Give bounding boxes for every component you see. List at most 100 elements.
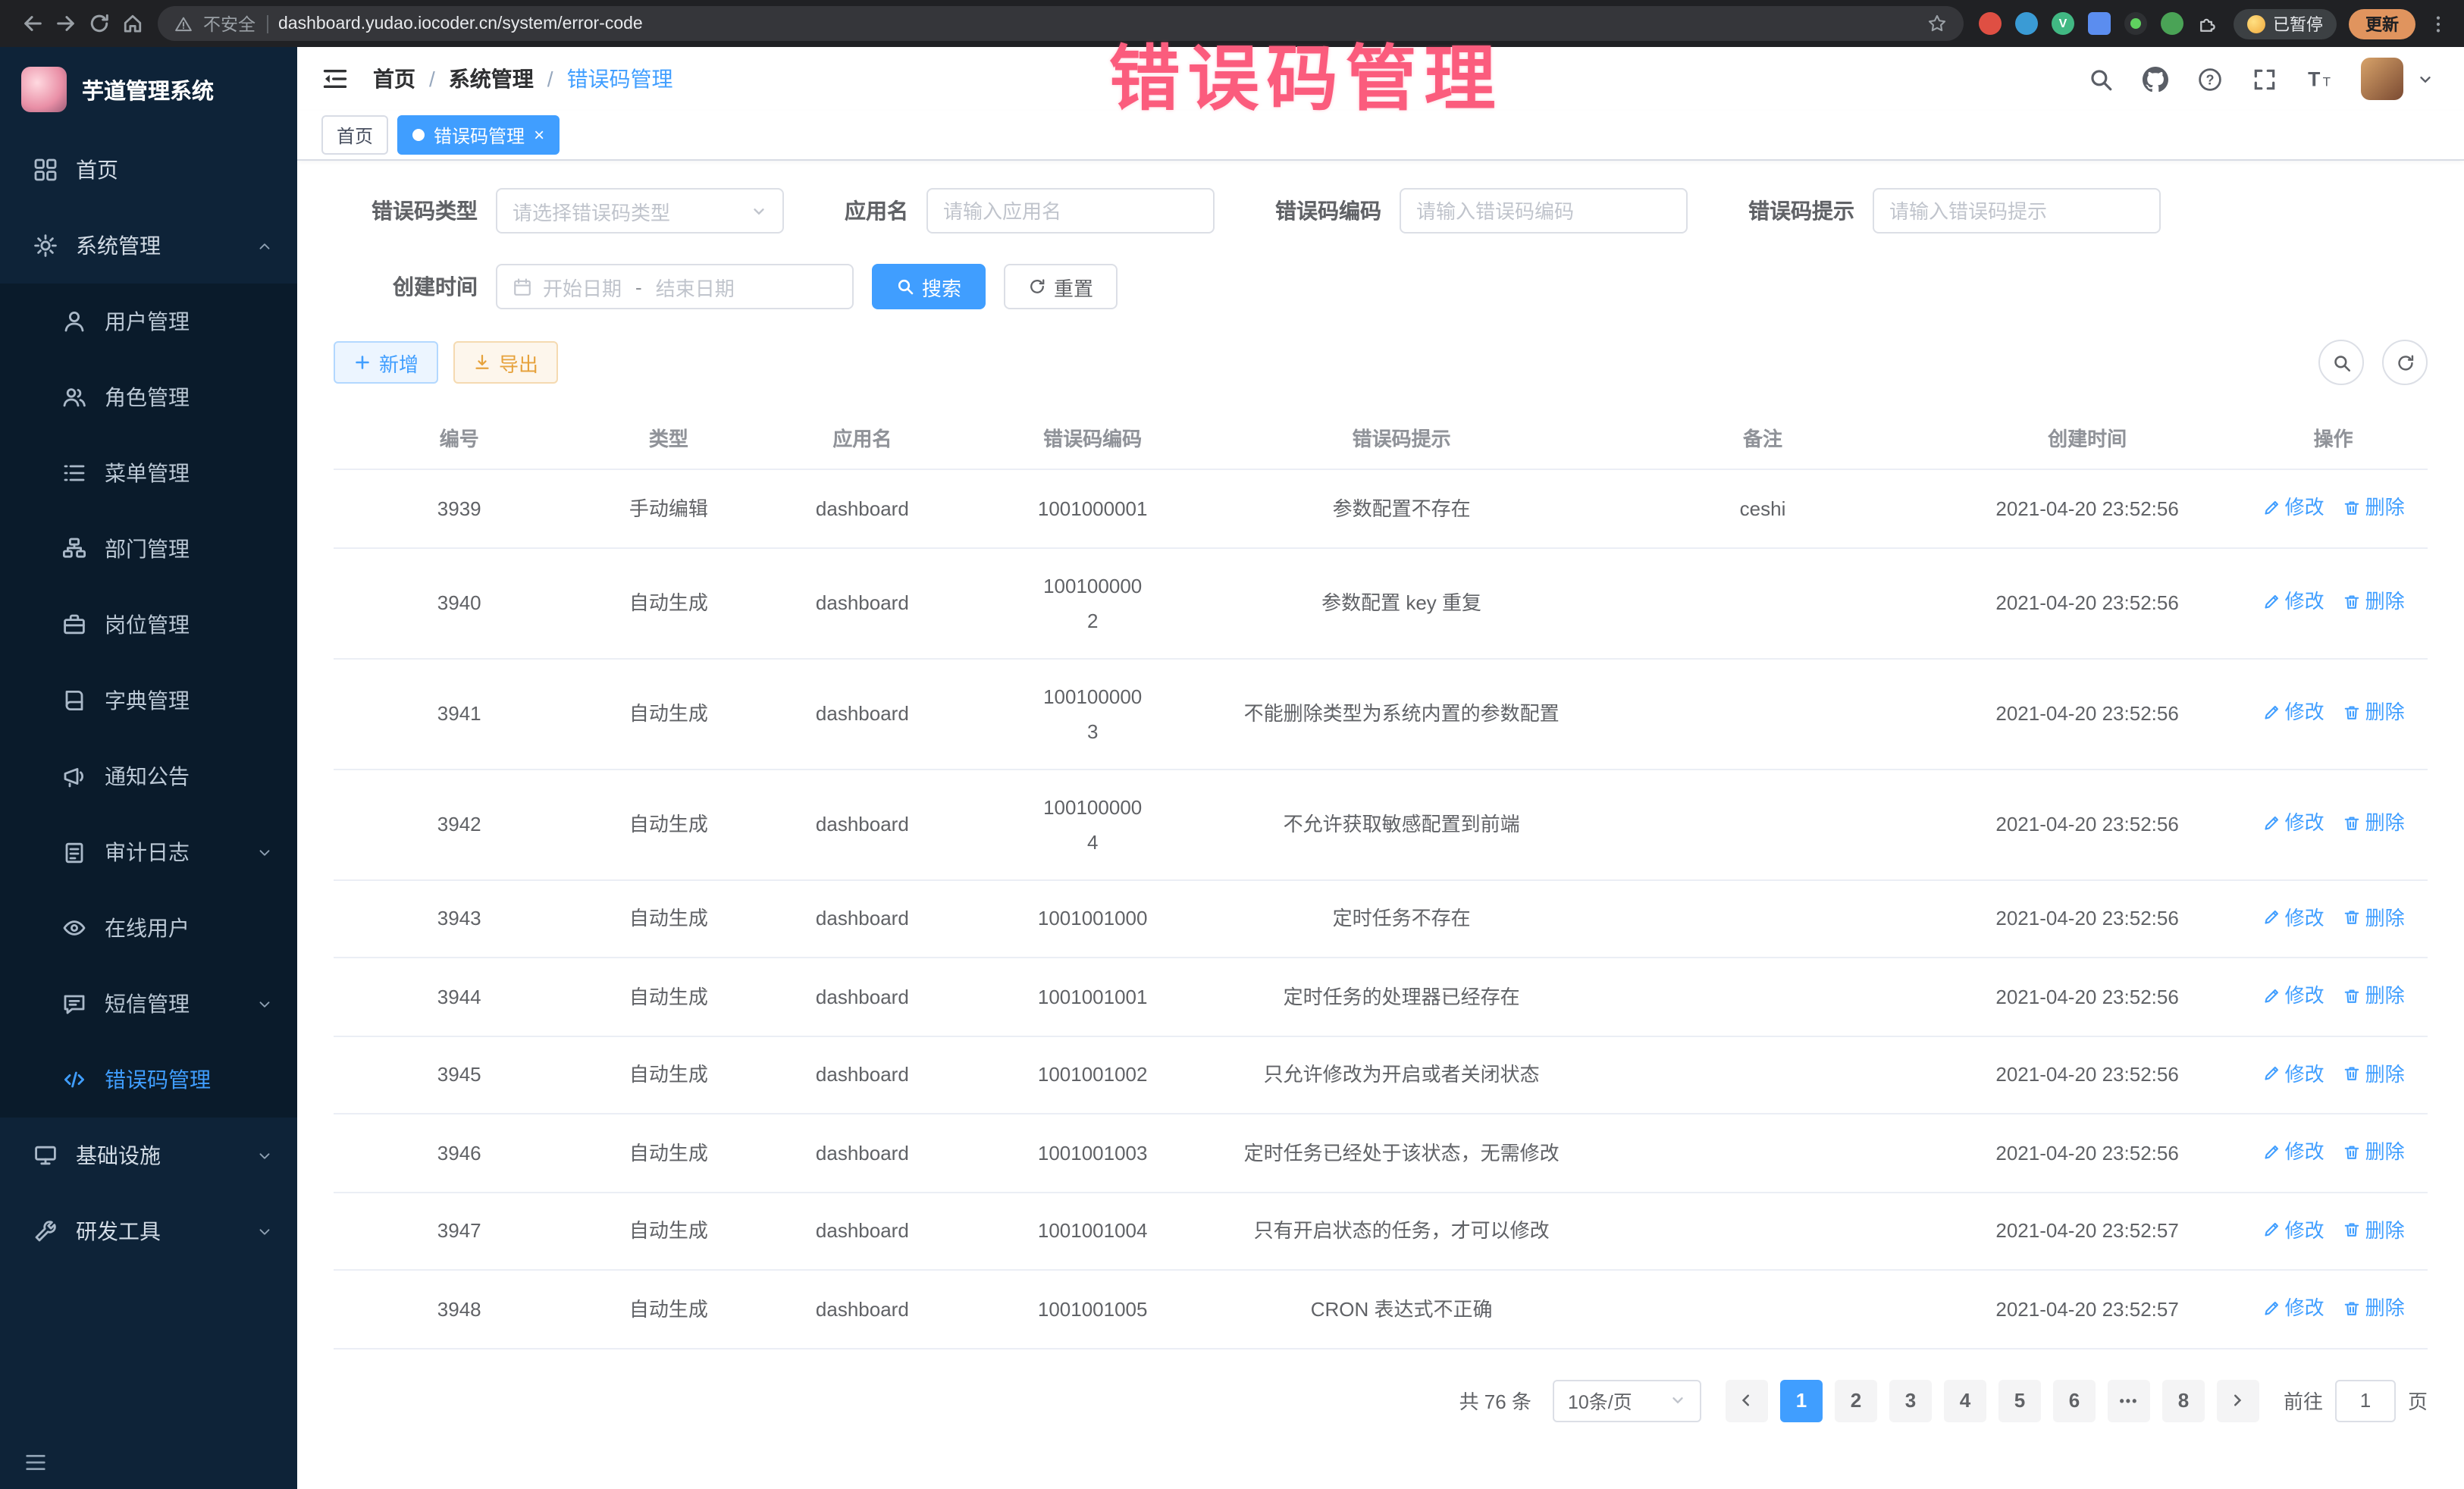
edit-button[interactable]: 修改 bbox=[2262, 900, 2324, 935]
edit-button[interactable]: 修改 bbox=[2262, 1290, 2324, 1325]
sidebar-item[interactable]: 通知公告 bbox=[0, 738, 297, 814]
sidebar-item[interactable]: 岗位管理 bbox=[0, 587, 297, 663]
caret-down-icon[interactable] bbox=[2417, 71, 2434, 87]
edit-button[interactable]: 修改 bbox=[2262, 1212, 2324, 1247]
home-icon[interactable] bbox=[115, 7, 149, 40]
export-button[interactable]: 导出 bbox=[453, 341, 558, 384]
page-button[interactable]: 3 bbox=[1889, 1379, 1932, 1422]
sidebar-item[interactable]: 基础设施 bbox=[0, 1118, 297, 1193]
sidebar-item[interactable]: 首页 bbox=[0, 132, 297, 208]
page-button[interactable]: 2 bbox=[1835, 1379, 1877, 1422]
browser-update-button[interactable]: 更新 bbox=[2349, 8, 2415, 39]
edit-button[interactable]: 修改 bbox=[2262, 978, 2324, 1013]
paused-extension-badge[interactable]: 已暂停 bbox=[2234, 8, 2337, 39]
pager-ellipsis[interactable]: ••• bbox=[2108, 1379, 2150, 1422]
edit-button[interactable]: 修改 bbox=[2262, 490, 2324, 525]
forward-icon[interactable] bbox=[49, 7, 82, 40]
chevron-down-icon bbox=[1669, 1392, 1686, 1409]
puzzle-extensions-icon[interactable] bbox=[2197, 13, 2218, 34]
delete-button[interactable]: 删除 bbox=[2343, 490, 2405, 525]
tab-error-code[interactable]: 错误码管理 × bbox=[397, 115, 560, 155]
goto-page-input[interactable] bbox=[2335, 1379, 2396, 1422]
user-avatar[interactable] bbox=[2361, 58, 2403, 100]
switch-extension-icon[interactable] bbox=[2124, 12, 2147, 35]
address-bar[interactable]: 不安全 dashboard.yudao.iocoder.cn/system/er… bbox=[158, 6, 1964, 41]
page-suffix: 页 bbox=[2408, 1386, 2428, 1415]
browser-menu-icon[interactable] bbox=[2428, 13, 2449, 34]
edit-button[interactable]: 修改 bbox=[2262, 1134, 2324, 1169]
breadcrumb-system[interactable]: 系统管理 bbox=[449, 64, 534, 94]
sidebar-item[interactable]: 角色管理 bbox=[0, 359, 297, 435]
page-button[interactable]: 8 bbox=[2162, 1379, 2205, 1422]
github-icon[interactable] bbox=[2143, 66, 2168, 92]
delete-button[interactable]: 删除 bbox=[2343, 695, 2405, 730]
sidebar-item[interactable]: 短信管理 bbox=[0, 966, 297, 1042]
delete-button[interactable]: 删除 bbox=[2343, 806, 2405, 841]
url-text: dashboard.yudao.iocoder.cn/system/error-… bbox=[278, 14, 1917, 33]
font-size-icon[interactable]: TT bbox=[2306, 66, 2332, 92]
close-icon[interactable]: × bbox=[534, 126, 544, 144]
prev-page-button[interactable] bbox=[1726, 1379, 1768, 1422]
page-size-select[interactable]: 10条/页 bbox=[1553, 1379, 1701, 1422]
page-button[interactable]: 6 bbox=[2053, 1379, 2096, 1422]
sidebar-item[interactable]: 部门管理 bbox=[0, 511, 297, 587]
vue-devtools-icon[interactable]: V bbox=[2052, 12, 2074, 35]
reset-button[interactable]: 重置 bbox=[1004, 264, 1118, 309]
error-code-input[interactable] bbox=[1400, 188, 1688, 234]
error-msg-input[interactable] bbox=[1873, 188, 2161, 234]
green-extension-icon[interactable] bbox=[2161, 12, 2183, 35]
delete-button[interactable]: 删除 bbox=[2343, 1134, 2405, 1169]
sidebar-item[interactable]: 字典管理 bbox=[0, 663, 297, 738]
edit-button[interactable]: 修改 bbox=[2262, 695, 2324, 730]
bookmark-star-icon[interactable] bbox=[1927, 14, 1947, 33]
sidebar-item[interactable]: 在线用户 bbox=[0, 890, 297, 966]
sidebar-item[interactable]: 系统管理 bbox=[0, 208, 297, 284]
date-range-picker[interactable]: 开始日期 - 结束日期 bbox=[496, 264, 854, 309]
add-button[interactable]: 新增 bbox=[334, 341, 438, 384]
blue-extension-icon[interactable] bbox=[2015, 12, 2038, 35]
row-remark bbox=[1590, 958, 1936, 1036]
page-button[interactable]: 1 bbox=[1780, 1379, 1823, 1422]
sidebar-fold-button[interactable] bbox=[321, 65, 349, 92]
edit-button[interactable]: 修改 bbox=[2262, 585, 2324, 619]
row-time: 2021-04-20 23:52:56 bbox=[1936, 958, 2239, 1036]
reload-icon[interactable] bbox=[82, 7, 115, 40]
app-name-input[interactable] bbox=[926, 188, 1215, 234]
reset-button-label: 重置 bbox=[1054, 272, 1093, 301]
fullscreen-icon[interactable] bbox=[2252, 66, 2277, 92]
delete-button[interactable]: 删除 bbox=[2343, 1212, 2405, 1247]
page-button[interactable]: 5 bbox=[1998, 1379, 2041, 1422]
grid-extension-icon[interactable] bbox=[2088, 12, 2111, 35]
tab-home[interactable]: 首页 bbox=[321, 115, 388, 155]
sidebar-item[interactable]: 研发工具 bbox=[0, 1193, 297, 1269]
delete-button[interactable]: 删除 bbox=[2343, 978, 2405, 1013]
sidebar-item[interactable]: 错误码管理 bbox=[0, 1042, 297, 1118]
edit-icon bbox=[2262, 986, 2281, 1005]
sidebar-collapse-icon[interactable] bbox=[24, 1451, 47, 1474]
refresh-button[interactable] bbox=[2382, 340, 2428, 385]
sidebar-item[interactable]: 审计日志 bbox=[0, 814, 297, 890]
search-icon[interactable] bbox=[2088, 66, 2114, 92]
help-icon[interactable]: ? bbox=[2197, 66, 2223, 92]
next-page-button[interactable] bbox=[2217, 1379, 2259, 1422]
sidebar-item[interactable]: 用户管理 bbox=[0, 284, 297, 359]
breadcrumb-home[interactable]: 首页 bbox=[373, 64, 415, 94]
row-code: 100100000 3 bbox=[972, 658, 1213, 769]
delete-button[interactable]: 删除 bbox=[2343, 900, 2405, 935]
edit-icon bbox=[2262, 704, 2281, 722]
edit-button[interactable]: 修改 bbox=[2262, 1056, 2324, 1091]
delete-button[interactable]: 删除 bbox=[2343, 1290, 2405, 1325]
page-button[interactable]: 4 bbox=[1944, 1379, 1986, 1422]
edit-button[interactable]: 修改 bbox=[2262, 806, 2324, 841]
back-icon[interactable] bbox=[15, 7, 49, 40]
delete-button[interactable]: 删除 bbox=[2343, 1056, 2405, 1091]
tab-label: 错误码管理 bbox=[434, 122, 525, 148]
error-type-select[interactable]: 请选择错误码类型 bbox=[496, 188, 784, 234]
search-button[interactable]: 搜索 bbox=[872, 264, 986, 309]
toggle-search-button[interactable] bbox=[2318, 340, 2364, 385]
delete-button[interactable]: 删除 bbox=[2343, 585, 2405, 619]
red-extension-icon[interactable] bbox=[1979, 12, 2002, 35]
sidebar-item[interactable]: 菜单管理 bbox=[0, 435, 297, 511]
sidebar-item-label: 通知公告 bbox=[105, 761, 190, 792]
page-size-value: 10条/页 bbox=[1568, 1386, 1632, 1415]
